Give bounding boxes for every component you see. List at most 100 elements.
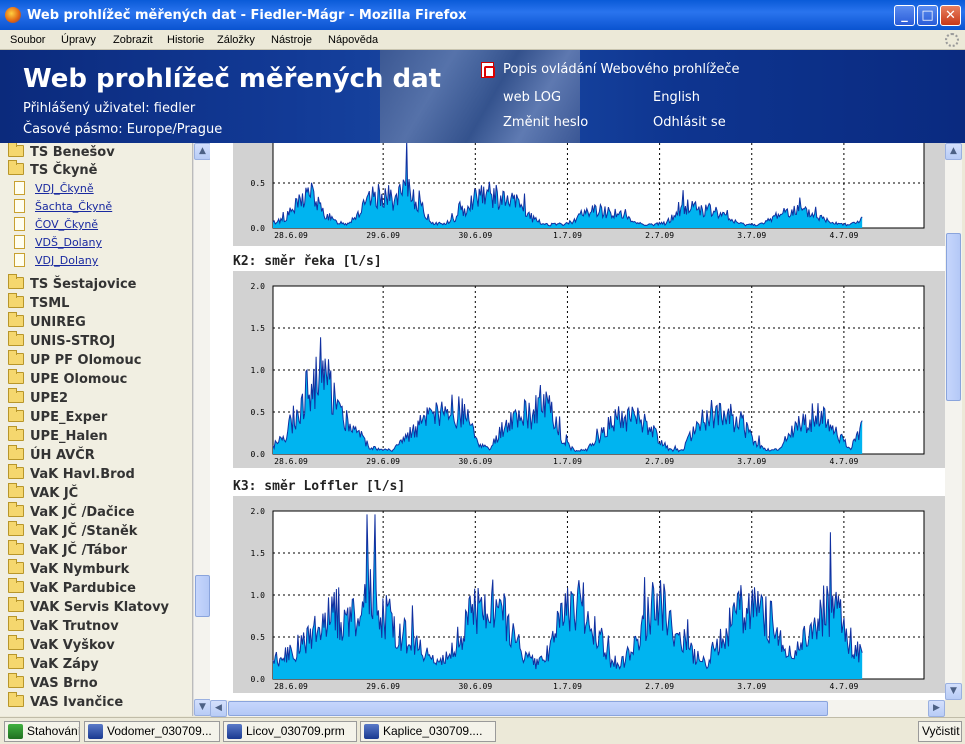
tree-item[interactable]: UNIREG <box>8 312 86 333</box>
menu-napoveda[interactable]: Nápověda <box>328 34 378 46</box>
folder-icon <box>8 274 24 289</box>
chart-panel-k1: 0.00.51.028.6.0929.6.0930.6.091.7.092.7.… <box>233 143 945 246</box>
folder-icon <box>8 654 24 669</box>
scroll-left-icon[interactable]: ◀ <box>210 700 227 717</box>
download-item[interactable]: Vodomer_030709... <box>84 721 220 742</box>
folder-icon <box>8 407 24 422</box>
minimize-button[interactable]: _ <box>894 5 915 26</box>
folder-icon <box>8 597 24 612</box>
folder-open-icon <box>8 160 24 175</box>
tree-item[interactable]: UNIS-STROJ <box>8 331 115 352</box>
tree-item[interactable]: VaK Pardubice <box>8 578 136 599</box>
chart-title-k2: K2: směr řeka [l/s] <box>233 254 382 269</box>
tree-subitem[interactable]: Šachta_Čkyně <box>14 199 112 217</box>
x-tick-label: 28.6.09 <box>274 231 308 240</box>
tree-item[interactable]: TSML <box>8 293 69 314</box>
document-icon <box>14 199 25 213</box>
file-icon <box>88 724 103 739</box>
tree-item[interactable]: UP PF Olomouc <box>8 350 141 371</box>
close-button[interactable]: ✕ <box>940 5 961 26</box>
scroll-right-icon[interactable]: ▶ <box>928 700 945 717</box>
download-item[interactable]: Kaplice_030709.... <box>360 721 496 742</box>
tree-item[interactable]: UPE2 <box>8 388 68 409</box>
folder-icon <box>8 293 24 308</box>
x-tick-label: 29.6.09 <box>366 457 400 466</box>
y-tick-label: 1.5 <box>251 324 266 333</box>
menu-upravy[interactable]: Úpravy <box>61 34 96 46</box>
x-tick-label: 3.7.09 <box>737 682 766 691</box>
clear-downloads-button[interactable]: Vyčistit <box>918 721 962 742</box>
horizontal-scroll-thumb[interactable] <box>228 701 828 716</box>
tree-subitem[interactable]: VDJ_Dolany <box>14 253 98 271</box>
tree-item[interactable]: VAK JČ <box>8 483 78 504</box>
document-icon <box>14 217 25 231</box>
tree-item[interactable]: VaK Vyškov <box>8 635 115 656</box>
menu-historie[interactable]: Historie <box>167 34 204 46</box>
tree-item[interactable]: VaK JČ /Staněk <box>8 521 137 542</box>
scroll-up-icon[interactable]: ▲ <box>194 143 211 160</box>
folder-icon <box>8 502 24 517</box>
tree-item[interactable]: TS Benešov <box>8 143 115 163</box>
menu-bar: Soubor Úpravy Zobrazit Historie Záložky … <box>0 30 965 50</box>
folder-icon <box>8 673 24 688</box>
folder-icon <box>8 143 24 157</box>
tree-item[interactable]: VaK Trutnov <box>8 616 119 637</box>
tree-subitem[interactable]: VDJ_Čkyně <box>14 181 94 199</box>
x-tick-label: 30.6.09 <box>458 457 492 466</box>
x-tick-label: 1.7.09 <box>553 682 582 691</box>
folder-icon <box>8 331 24 346</box>
sidebar-scrollbar[interactable]: ▲ ▼ <box>193 143 211 716</box>
menu-zobrazit[interactable]: Zobrazit <box>113 34 153 46</box>
scroll-down-icon[interactable]: ▼ <box>194 699 211 716</box>
help-link[interactable]: Popis ovládání Webového prohlížeče <box>503 62 740 77</box>
tree-subitem[interactable]: ČOV_Čkyně <box>14 217 98 235</box>
tree-item[interactable]: VAK Servis Klatovy <box>8 597 169 618</box>
downloads-button[interactable]: Stahování <box>4 721 80 742</box>
x-tick-label: 30.6.09 <box>458 682 492 691</box>
y-tick-label: 0.5 <box>251 633 266 642</box>
weblog-link[interactable]: web LOG <box>503 90 561 105</box>
menu-soubor[interactable]: Soubor <box>10 34 45 46</box>
scroll-down-icon[interactable]: ▼ <box>945 683 962 700</box>
page-scrollbar[interactable]: ▲ ▼ <box>945 143 962 700</box>
folder-icon <box>8 540 24 555</box>
folder-icon <box>8 635 24 650</box>
folder-icon <box>8 445 24 460</box>
tree-item[interactable]: UPE_Exper <box>8 407 107 428</box>
tree-item[interactable]: VAS Brno <box>8 673 98 694</box>
loading-throbber-icon <box>945 33 959 47</box>
logout-link[interactable]: Odhlásit se <box>653 115 726 130</box>
tree-subitem[interactable]: VDŠ_Dolany <box>14 235 102 253</box>
y-tick-label: 0.5 <box>251 179 266 188</box>
tree-item[interactable]: VaK JČ /Tábor <box>8 540 127 561</box>
maximize-button[interactable]: □ <box>917 5 938 26</box>
y-tick-label: 2.0 <box>251 507 266 516</box>
horizontal-scrollbar[interactable]: ◀ ▶ <box>210 700 945 717</box>
tree-item[interactable]: ÚH AVČR <box>8 445 95 466</box>
tree-item[interactable]: VaK Havl.Brod <box>8 464 135 485</box>
english-link[interactable]: English <box>653 90 700 105</box>
x-tick-label: 28.6.09 <box>274 457 308 466</box>
download-item[interactable]: Licov_030709.prm <box>223 721 357 742</box>
tree-item[interactable]: VaK Zápy <box>8 654 99 675</box>
folder-icon <box>8 521 24 536</box>
x-tick-label: 2.7.09 <box>645 231 674 240</box>
scroll-up-icon[interactable]: ▲ <box>945 143 962 160</box>
tree-item[interactable]: UPE Olomouc <box>8 369 127 390</box>
tree-item[interactable]: UPE_Halen <box>8 426 108 447</box>
station-tree: TS Benešov TS Čkyně VDJ_Čkyně Šachta_Čky… <box>0 143 193 716</box>
tree-item-open[interactable]: TS Čkyně <box>8 160 98 181</box>
timezone-info: Časové pásmo: Europe/Prague <box>23 122 223 137</box>
sidebar-scroll-thumb[interactable] <box>195 575 210 617</box>
change-password-link[interactable]: Změnit heslo <box>503 115 588 130</box>
tree-item[interactable]: TS Šestajovice <box>8 274 137 295</box>
page-scroll-thumb[interactable] <box>946 233 961 401</box>
tree-item[interactable]: VAS Ivančice <box>8 692 123 713</box>
menu-nastroje[interactable]: Nástroje <box>271 34 312 46</box>
page-title: Web prohlížeč měřených dat <box>23 64 442 94</box>
menu-zalozky[interactable]: Záložky <box>217 34 255 46</box>
pdf-icon <box>481 62 495 78</box>
x-tick-label: 2.7.09 <box>645 457 674 466</box>
tree-item[interactable]: VaK JČ /Dačice <box>8 502 135 523</box>
tree-item[interactable]: VaK Nymburk <box>8 559 129 580</box>
